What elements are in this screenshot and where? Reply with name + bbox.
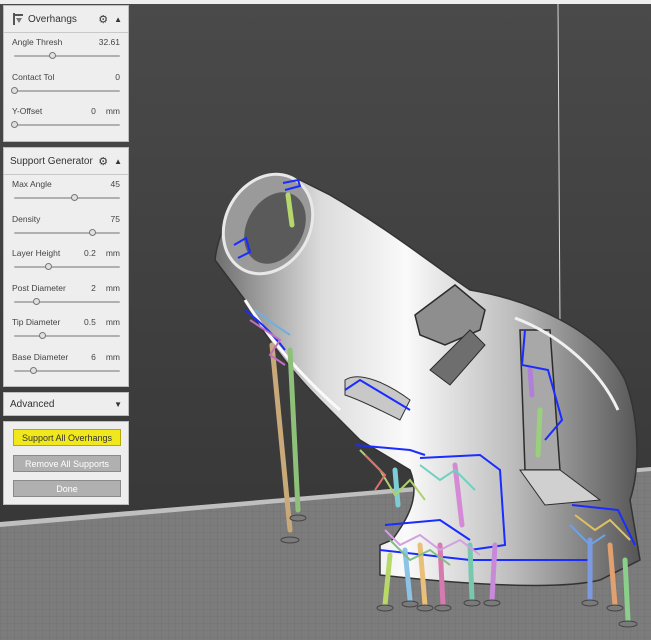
- slider-row: Y-Offset 0 mm: [4, 102, 128, 137]
- slider-value: 6 mm: [91, 352, 120, 362]
- slider-track[interactable]: [14, 194, 120, 201]
- slider-row: Layer Height 0.2 mm: [4, 244, 128, 279]
- slider-row: Max Angle 45: [4, 175, 128, 210]
- slider-value: 45: [111, 179, 120, 189]
- slider-thumb[interactable]: [88, 228, 96, 236]
- slider-label: Max Angle: [12, 179, 52, 189]
- collapse-arrow-icon[interactable]: ▲: [114, 15, 122, 24]
- slider-unit: mm: [105, 317, 120, 327]
- slider-value-number: 0: [91, 106, 96, 116]
- slider-value-number: 0.2: [84, 248, 96, 258]
- slider-value-number: 0: [115, 71, 120, 82]
- slider-value-number: 6: [91, 351, 96, 362]
- slider-track[interactable]: [14, 52, 120, 59]
- slider-thumb[interactable]: [45, 263, 53, 270]
- advanced-header[interactable]: Advanced ▼: [4, 393, 128, 415]
- slider-track[interactable]: [14, 263, 120, 270]
- slider-row: Density 75: [4, 210, 128, 245]
- slider-value-number: 75: [110, 213, 120, 224]
- slider-thumb[interactable]: [70, 194, 78, 201]
- overhangs-panel: Overhangs ⚙ ▲ Angle Thresh 32.61 Contact T…: [3, 5, 129, 142]
- gear-icon[interactable]: ⚙: [98, 13, 108, 26]
- slider-value-number: 2: [91, 282, 96, 293]
- slider-label: Layer Height: [12, 248, 61, 258]
- slider-unit: mm: [105, 106, 120, 116]
- slider-row: Angle Thresh 32.61: [4, 33, 128, 68]
- slider-label: Base Diameter: [12, 351, 69, 362]
- slider-value-number: 45: [110, 179, 120, 189]
- slider-row: Post Diameter 2 mm: [4, 279, 128, 314]
- slider-row: Base Diameter 6 mm: [4, 348, 128, 383]
- slider-track[interactable]: [14, 228, 120, 236]
- slider-value: 0: [115, 72, 120, 82]
- slider-unit: mm: [105, 351, 120, 362]
- overhangs-title: Overhangs: [28, 13, 77, 25]
- slider-value: 2 mm: [91, 283, 120, 293]
- overhang-icon: [10, 11, 26, 27]
- slider-label: Y-Offset: [12, 106, 43, 116]
- support-generator-header: Support Generator ⚙ ▲: [4, 148, 128, 175]
- slider-label: Angle Thresh: [12, 37, 63, 47]
- slider-thumb[interactable]: [39, 332, 47, 339]
- remove-all-supports-button[interactable]: Remove All Supports: [13, 455, 121, 472]
- slider-value: 32.61: [99, 37, 120, 47]
- advanced-panel[interactable]: Advanced ▼: [3, 392, 129, 416]
- overhangs-sliders: Angle Thresh 32.61 Contact Tol 0 Y-Offset 0 mm: [4, 33, 128, 137]
- slider-track[interactable]: [14, 297, 120, 305]
- slider-track[interactable]: [14, 332, 120, 339]
- advanced-label: Advanced: [10, 398, 55, 410]
- slider-value-number: 32.61: [98, 37, 120, 47]
- slider-value: 75: [111, 214, 120, 224]
- slider-track[interactable]: [14, 366, 120, 374]
- slider-value: 0.2 mm: [84, 248, 120, 258]
- support-generator-title: Support Generator: [10, 155, 93, 167]
- collapse-arrow-icon[interactable]: ▲: [114, 157, 122, 166]
- top-edge: [0, 0, 651, 4]
- slider-thumb[interactable]: [32, 297, 40, 305]
- slider-value: 0.5 mm: [84, 317, 120, 327]
- slider-track[interactable]: [10, 86, 120, 94]
- slider-thumb[interactable]: [29, 366, 37, 374]
- slider-unit: mm: [105, 282, 120, 293]
- support-all-overhangs-button[interactable]: Support All Overhangs: [13, 429, 121, 446]
- slider-row: Tip Diameter 0.5 mm: [4, 313, 128, 348]
- slider-thumb[interactable]: [48, 52, 56, 59]
- slider-value-number: 0.5: [84, 317, 96, 327]
- support-generator-sliders: Max Angle 45 Density 75 Layer Height 0.2 mm Pos…: [4, 175, 128, 382]
- slider-label: Tip Diameter: [12, 317, 61, 327]
- slider-value: 0 mm: [91, 106, 120, 116]
- support-generator-panel: Support Generator ⚙ ▲ Max Angle 45 Density…: [3, 147, 129, 387]
- done-button[interactable]: Done: [13, 480, 121, 497]
- slider-label: Post Diameter: [12, 282, 66, 293]
- slider-row: Contact Tol 0: [4, 68, 128, 103]
- actions-panel: Support All Overhangs Remove All Support…: [3, 421, 129, 505]
- overhangs-header: Overhangs ⚙ ▲: [4, 6, 128, 33]
- slider-thumb[interactable]: [10, 121, 18, 128]
- slider-label: Contact Tol: [12, 71, 55, 82]
- slider-track[interactable]: [10, 121, 120, 128]
- gear-icon[interactable]: ⚙: [98, 155, 108, 168]
- slider-unit: mm: [105, 248, 120, 258]
- slider-label: Density: [12, 213, 41, 224]
- slider-thumb[interactable]: [10, 86, 18, 94]
- expand-arrow-icon[interactable]: ▼: [114, 400, 122, 409]
